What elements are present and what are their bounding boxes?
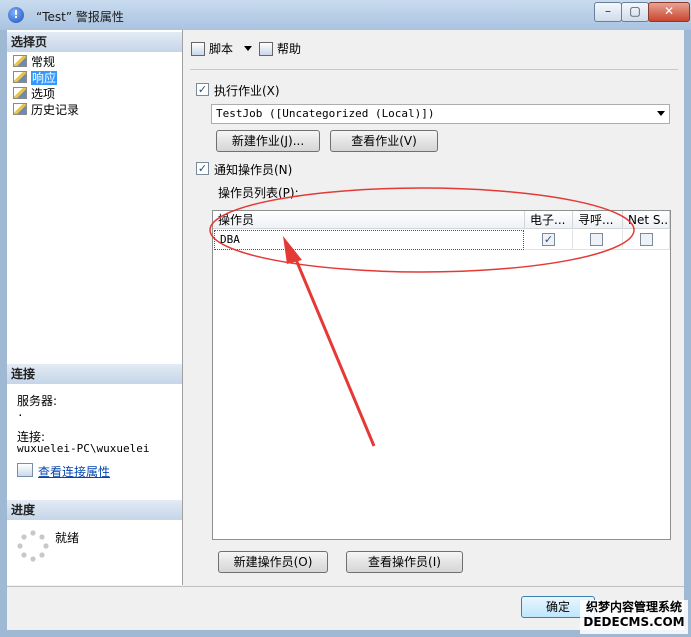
email-checkbox[interactable]: ✓ [542, 233, 555, 246]
operator-grid[interactable]: 操作员 电子... 寻呼... Net S... DBA ✓ [212, 210, 671, 540]
connection-header: 连接 [7, 364, 182, 384]
job-select[interactable]: TestJob ([Uncategorized (Local)]) [211, 104, 670, 124]
help-button[interactable]: 帮助 [259, 40, 301, 58]
pager-cell [573, 230, 623, 250]
nav-item-options[interactable]: 选项 [13, 86, 55, 102]
nav-item-label: 常规 [31, 55, 56, 69]
nav-item-label: 历史记录 [31, 103, 80, 117]
column-header-pager[interactable]: 寻呼... [573, 211, 623, 229]
window-title: “Test” 警报属性 [36, 10, 124, 24]
script-label: 脚本 [209, 42, 234, 56]
view-job-button[interactable]: 查看作业(V) [330, 130, 438, 152]
page-icon [13, 71, 27, 83]
watermark-line1: 织梦内容管理系统 [585, 600, 682, 614]
new-operator-button[interactable]: 新建操作员(O) [218, 551, 328, 573]
operator-list-label: 操作员列表(P): [218, 186, 299, 200]
notify-operators-label: 通知操作员(N) [214, 163, 293, 177]
nav-item-response[interactable]: 响应 [13, 70, 58, 86]
execute-job-label: 执行作业(X) [214, 84, 280, 98]
nav-item-label: 选项 [31, 87, 56, 101]
select-page-header: 选择页 [7, 32, 182, 52]
help-label: 帮助 [277, 42, 302, 56]
new-job-button[interactable]: 新建作业(J)... [216, 130, 320, 152]
footer-divider [7, 586, 684, 587]
pager-checkbox[interactable] [590, 233, 603, 246]
view-connection-properties-link[interactable]: 查看连接属性 [38, 463, 110, 480]
job-select-value: TestJob ([Uncategorized (Local)]) [216, 107, 435, 120]
script-icon [191, 42, 205, 56]
left-pane: 选择页 常规 响应 选项 历史记录 连接 服务器: . 连接: wuxuelei… [7, 30, 183, 585]
page-icon [13, 87, 27, 99]
progress-header: 进度 [7, 500, 182, 520]
help-icon [259, 42, 273, 56]
column-header-operator[interactable]: 操作员 [213, 211, 525, 229]
column-header-email[interactable]: 电子... [525, 211, 573, 229]
toolbar-divider [190, 69, 678, 70]
nav-item-general[interactable]: 常规 [13, 54, 55, 70]
watermark: 织梦内容管理系统 DEDECMS.COM [580, 600, 688, 634]
view-operator-button[interactable]: 查看操作员(I) [346, 551, 463, 573]
connection-properties-icon [17, 463, 33, 477]
dropdown-arrow-icon [657, 111, 665, 116]
email-cell: ✓ [525, 230, 573, 250]
progress-status: 就绪 [55, 531, 80, 545]
close-button[interactable]: ✕ [648, 2, 690, 22]
connection-value: wuxuelei-PC\wuxuelei [17, 442, 150, 455]
column-header-netsend[interactable]: Net S... [623, 211, 670, 229]
script-dropdown-icon[interactable] [244, 46, 252, 51]
netsend-cell [623, 230, 670, 250]
netsend-checkbox[interactable] [640, 233, 653, 246]
page-icon [13, 55, 27, 67]
page-icon [13, 103, 27, 115]
server-value: . [17, 406, 24, 419]
nav-item-label: 响应 [31, 71, 58, 85]
watermark-line2: DEDECMS.COM [583, 615, 685, 629]
notify-operators-checkbox[interactable]: ✓ [196, 162, 209, 175]
minimize-button[interactable]: – [594, 2, 622, 22]
maximize-button[interactable]: ▢ [621, 2, 649, 22]
operator-cell[interactable]: DBA [214, 230, 524, 250]
execute-job-checkbox[interactable]: ✓ [196, 83, 209, 96]
nav-item-history[interactable]: 历史记录 [13, 102, 79, 118]
progress-spinner-icon [17, 530, 49, 562]
alert-info-icon: ! [8, 7, 24, 23]
script-button[interactable]: 脚本 [191, 40, 233, 58]
